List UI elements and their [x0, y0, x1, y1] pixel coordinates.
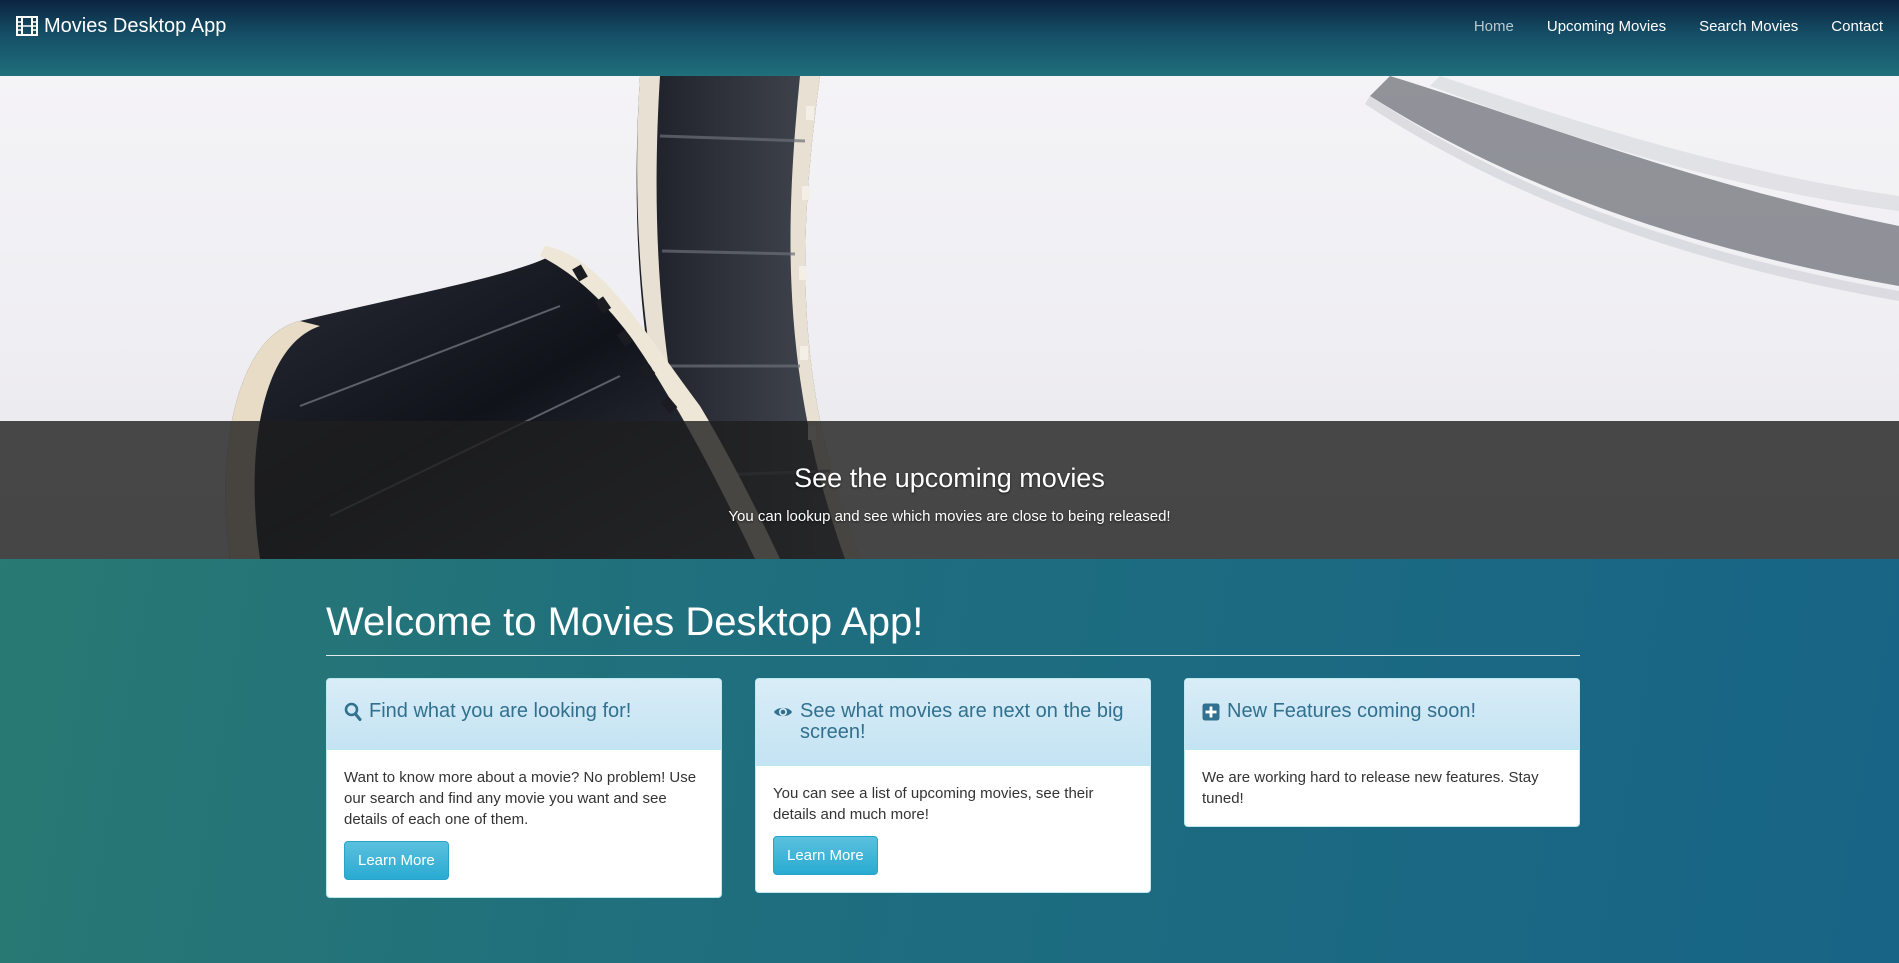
feature-cards: Find what you are looking for! Want to k…	[326, 678, 1580, 898]
card-title: See what movies are next on the big scre…	[800, 700, 1124, 743]
card-title: New Features coming soon!	[1227, 700, 1477, 722]
search-icon	[344, 702, 362, 727]
caption-text: You can lookup and see which movies are …	[728, 508, 1171, 525]
nav-links: Home Upcoming Movies Search Movies Conta…	[1441, 18, 1883, 35]
card-body: Want to know more about a movie? No prob…	[327, 750, 721, 897]
card-upcoming: See what movies are next on the big scre…	[755, 678, 1151, 893]
learn-more-button[interactable]: Learn More	[344, 841, 449, 880]
card-body: We are working hard to release new featu…	[1185, 750, 1579, 826]
learn-more-button[interactable]: Learn More	[773, 836, 878, 875]
carousel-caption: See the upcoming movies You can lookup a…	[0, 421, 1899, 559]
card-text: We are working hard to release new featu…	[1202, 769, 1539, 807]
eye-icon	[773, 702, 793, 727]
card-text: You can see a list of upcoming movies, s…	[773, 785, 1094, 823]
plus-square-icon	[1202, 702, 1220, 727]
brand-title: Movies Desktop App	[44, 14, 227, 37]
nav-upcoming-movies[interactable]: Upcoming Movies	[1514, 18, 1666, 35]
page-title: Welcome to Movies Desktop App!	[326, 600, 1580, 656]
card-new-features: New Features coming soon! We are working…	[1184, 678, 1580, 827]
card-text: Want to know more about a movie? No prob…	[344, 769, 697, 828]
card-body: You can see a list of upcoming movies, s…	[756, 766, 1150, 892]
nav-contact[interactable]: Contact	[1798, 18, 1883, 35]
brand-link[interactable]: Movies Desktop App	[16, 15, 226, 38]
main-content: Welcome to Movies Desktop App! Find what…	[326, 600, 1580, 898]
film-icon	[16, 16, 38, 36]
caption-title: See the upcoming movies	[794, 463, 1105, 493]
card-header: New Features coming soon!	[1185, 679, 1579, 750]
nav-search-movies[interactable]: Search Movies	[1666, 18, 1798, 35]
nav-home[interactable]: Home	[1441, 18, 1514, 35]
navbar: Movies Desktop App Home Upcoming Movies …	[0, 0, 1899, 76]
hero-carousel: See the upcoming movies You can lookup a…	[0, 76, 1899, 559]
card-title: Find what you are looking for!	[369, 700, 632, 722]
card-search: Find what you are looking for! Want to k…	[326, 678, 722, 898]
card-header: See what movies are next on the big scre…	[756, 679, 1150, 766]
card-header: Find what you are looking for!	[327, 679, 721, 750]
